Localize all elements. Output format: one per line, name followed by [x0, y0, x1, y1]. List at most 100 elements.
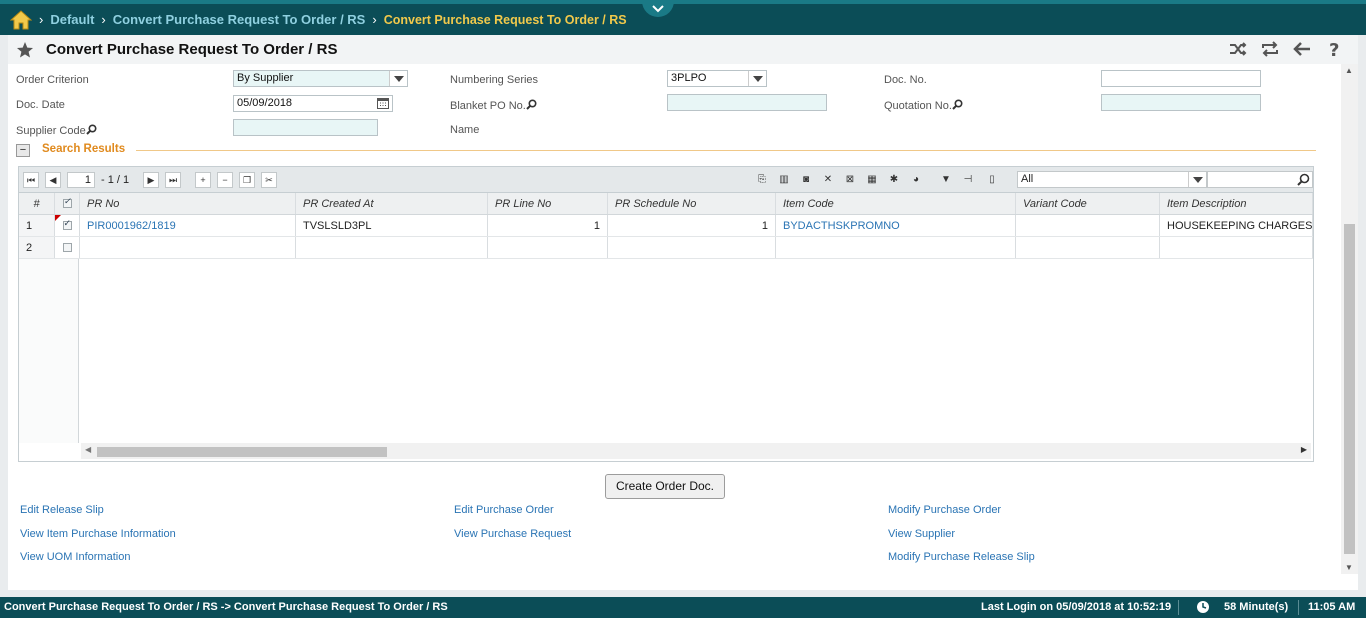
last-page-icon[interactable]: ⏭ [165, 172, 181, 188]
chevron-down-icon[interactable] [1188, 172, 1206, 187]
name-label: Name [450, 124, 480, 136]
checkbox-icon[interactable] [62, 218, 72, 230]
doc-date-input[interactable]: 05/09/2018 [233, 95, 393, 112]
help-icon[interactable]: ? [1324, 40, 1344, 61]
breadcrumb-current: Convert Purchase Request To Order / RS [383, 12, 627, 27]
quotation-no-input[interactable] [1101, 94, 1261, 111]
first-page-icon[interactable]: ⏮ [23, 172, 39, 188]
column-header-number: # [19, 193, 55, 214]
chart-icon[interactable]: ▥ [777, 173, 791, 187]
table-row[interactable]: 2 [19, 237, 1313, 259]
page-count: - 1 / 1 [101, 174, 130, 186]
search-results-grid: ⏮ ◀ 1 - 1 / 1 ▶ ⏭ + − ❐ ✂ ⎘ ▥ ◙ ✕ ⊠ ▦ ✱ … [18, 166, 1314, 462]
page-number-input[interactable]: 1 [67, 172, 95, 188]
doc-date-value: 05/09/2018 [237, 97, 293, 109]
chevron-right-icon: › [39, 12, 44, 27]
column-header-pr-line-no[interactable]: PR Line No [488, 193, 608, 214]
chevron-down-icon[interactable] [748, 71, 766, 86]
page-title: Convert Purchase Request To Order / RS [46, 41, 338, 58]
order-criterion-select[interactable]: By Supplier [233, 70, 408, 87]
table-row[interactable]: 1 PIR0001962/1819 TVSLSLD3PL 1 1 BYDACTH… [19, 215, 1313, 237]
excel-export-icon[interactable]: ✕ [821, 173, 835, 187]
item-code-cell[interactable] [776, 237, 1016, 258]
column-header-item-code[interactable]: Item Code [776, 193, 1016, 214]
numbering-series-select[interactable]: 3PLPO [667, 70, 767, 87]
column-header-pr-schedule-no[interactable]: PR Schedule No [608, 193, 776, 214]
breadcrumb-parent[interactable]: Convert Purchase Request To Order / RS [113, 12, 366, 27]
column-chooser-icon[interactable]: ▯ [985, 173, 999, 187]
scroll-up-icon[interactable]: ▲ [1345, 66, 1353, 75]
scroll-left-icon[interactable]: ◀ [85, 445, 91, 454]
status-path: Convert Purchase Request To Order / RS -… [4, 601, 448, 613]
copy-row-icon[interactable]: ❐ [239, 172, 255, 188]
view-item-purchase-info-link[interactable]: View Item Purchase Information [20, 528, 176, 540]
modify-purchase-release-slip-link[interactable]: Modify Purchase Release Slip [888, 551, 1035, 563]
row-checkbox[interactable] [55, 237, 80, 258]
vertical-scrollbar[interactable]: ▲ ▼ [1341, 64, 1358, 574]
vertical-scroll-thumb[interactable] [1344, 224, 1355, 554]
pr-schedule-no-cell: 1 [608, 215, 776, 236]
collapse-section-icon[interactable]: − [16, 144, 30, 157]
session-time: 58 Minute(s) [1224, 601, 1289, 613]
view-uom-info-link[interactable]: View UOM Information [20, 551, 130, 563]
edit-purchase-order-link[interactable]: Edit Purchase Order [454, 504, 554, 516]
horizontal-scroll-thumb[interactable] [97, 447, 387, 457]
create-order-doc-button[interactable]: Create Order Doc. [605, 474, 725, 499]
search-icon[interactable] [1297, 173, 1310, 189]
quotation-no-label: Quotation No. [884, 99, 963, 112]
prev-page-icon[interactable]: ◀ [45, 172, 61, 188]
excel-import-icon[interactable]: ⊠ [843, 173, 857, 187]
chevron-right-icon: › [101, 12, 106, 27]
blanket-po-input[interactable] [667, 94, 827, 111]
back-arrow-icon[interactable] [1292, 40, 1312, 58]
freeze-column-icon[interactable]: ⊣ [961, 173, 975, 187]
refresh-icon[interactable] [1260, 40, 1280, 58]
breadcrumb-default[interactable]: Default [50, 12, 94, 27]
numbering-series-label: Numbering Series [450, 74, 539, 86]
column-header-item-description[interactable]: Item Description [1160, 193, 1313, 214]
html-export-icon[interactable]: ◙ [799, 173, 813, 187]
scroll-right-icon[interactable]: ▶ [1301, 445, 1307, 454]
xml-export-icon[interactable]: ✱ [887, 173, 901, 187]
view-purchase-request-link[interactable]: View Purchase Request [454, 528, 571, 540]
cut-icon[interactable]: ✂ [261, 172, 277, 188]
checkbox-icon[interactable] [62, 196, 72, 208]
chevron-right-icon: › [372, 12, 377, 27]
column-header-pr-no[interactable]: PR No [80, 193, 296, 214]
edit-release-slip-link[interactable]: Edit Release Slip [20, 504, 104, 516]
calendar-view-icon[interactable]: ▦ [865, 173, 879, 187]
horizontal-scrollbar[interactable]: ◀ ▶ [81, 443, 1311, 459]
delete-row-icon[interactable]: − [217, 172, 233, 188]
modify-purchase-order-link[interactable]: Modify Purchase Order [888, 504, 1001, 516]
calendar-icon[interactable] [377, 97, 389, 112]
column-header-variant-code[interactable]: Variant Code [1016, 193, 1160, 214]
pr-created-at-cell: TVSLSLD3PL [296, 215, 488, 236]
row-checkbox[interactable] [55, 215, 80, 236]
grid-search-input[interactable] [1207, 171, 1313, 188]
pr-no-cell[interactable] [80, 237, 296, 258]
search-icon[interactable] [952, 99, 963, 110]
item-code-link[interactable]: BYDACTHSKPROMNO [776, 215, 1016, 236]
grid-filter-select[interactable]: All [1017, 171, 1207, 188]
chevron-down-icon[interactable] [389, 71, 407, 86]
grid-header-row: # PR No PR Created At PR Line No PR Sche… [19, 193, 1313, 215]
pin-icon[interactable]: ▼ [939, 173, 953, 187]
doc-no-input[interactable] [1101, 70, 1261, 87]
home-icon[interactable] [9, 9, 33, 30]
view-supplier-link[interactable]: View Supplier [888, 528, 955, 540]
search-icon[interactable] [526, 99, 537, 110]
select-all-checkbox[interactable] [55, 193, 80, 214]
next-page-icon[interactable]: ▶ [143, 172, 159, 188]
shuffle-icon[interactable] [1228, 40, 1248, 58]
favorite-star-icon[interactable] [16, 41, 34, 59]
supplier-code-input[interactable] [233, 119, 378, 136]
add-row-icon[interactable]: + [195, 172, 211, 188]
pdf-export-icon[interactable]: ⎘ [755, 173, 769, 187]
column-header-pr-created-at[interactable]: PR Created At [296, 193, 488, 214]
pie-chart-icon[interactable]: ◕ [909, 173, 923, 187]
checkbox-icon[interactable] [62, 243, 72, 252]
scroll-down-icon[interactable]: ▼ [1345, 563, 1353, 572]
search-icon[interactable] [86, 124, 97, 135]
pr-no-link[interactable]: PIR0001962/1819 [80, 215, 296, 236]
section-divider [136, 150, 1316, 151]
